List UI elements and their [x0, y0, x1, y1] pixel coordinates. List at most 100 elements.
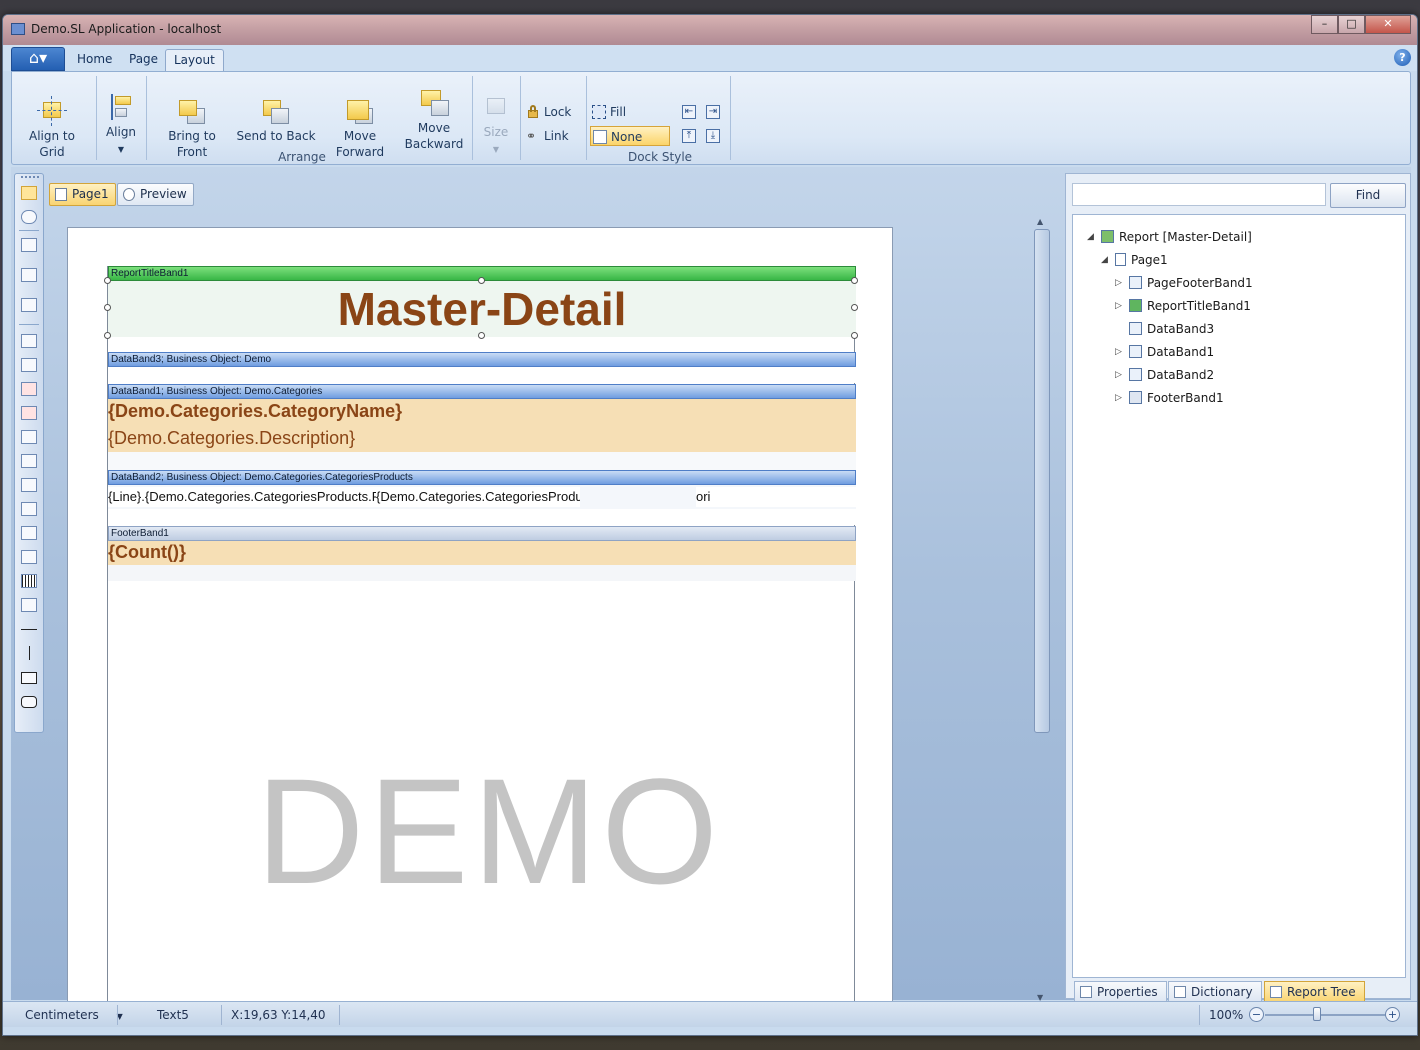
- toolbox-grip[interactable]: [21, 176, 39, 179]
- resize-handle[interactable]: [478, 332, 485, 339]
- cross-band-tool-icon[interactable]: [21, 268, 37, 282]
- panel-tool-icon[interactable]: [21, 430, 37, 444]
- tree-expander-icon[interactable]: ◢: [1087, 227, 1097, 247]
- rounded-rectangle-tool-icon[interactable]: [21, 696, 37, 708]
- dock-none-button[interactable]: None: [590, 126, 670, 146]
- find-button[interactable]: Find: [1330, 183, 1406, 208]
- table-tool-icon[interactable]: [21, 502, 37, 516]
- image-text-tool-icon[interactable]: [21, 406, 37, 420]
- maximize-button[interactable]: □: [1338, 15, 1365, 34]
- resize-handle[interactable]: [104, 277, 111, 284]
- tab-properties[interactable]: Properties: [1074, 981, 1167, 1003]
- units-selector[interactable]: Centimeters ▼: [25, 1006, 123, 1024]
- report-title-text[interactable]: Master-Detail: [108, 281, 856, 337]
- text-in-cells-tool-icon[interactable]: [21, 358, 37, 372]
- report-page[interactable]: ReportTitleBand1 Master-Detail DataBand3…: [67, 227, 893, 1026]
- tree-expander-icon[interactable]: ▷: [1115, 273, 1125, 293]
- dock-bottom-icon[interactable]: ⤓: [706, 129, 720, 143]
- align-to-grid-button[interactable]: Align to Grid: [16, 96, 88, 160]
- resize-handle[interactable]: [104, 304, 111, 311]
- hand-tool-icon[interactable]: [21, 210, 37, 224]
- databand1-spacer: [108, 452, 856, 470]
- tab-page1[interactable]: Page1: [49, 183, 116, 206]
- link-button[interactable]: ⚭ Link: [524, 126, 569, 146]
- tab-preview[interactable]: Preview: [117, 183, 194, 206]
- vertical-scrollbar[interactable]: ▲ ▼: [1033, 217, 1051, 1002]
- clone-tool-icon[interactable]: [21, 454, 37, 468]
- tree-node-label: Report [Master-Detail]: [1119, 230, 1252, 244]
- tab-page[interactable]: Page: [121, 49, 166, 71]
- band-tool-icon[interactable]: [21, 238, 37, 252]
- help-icon[interactable]: ?: [1394, 49, 1411, 66]
- zoom-slider[interactable]: [1265, 1014, 1385, 1016]
- components-tool-icon[interactable]: [21, 298, 37, 312]
- dock-right-icon[interactable]: ⇥: [706, 105, 720, 119]
- tree-expander-icon[interactable]: ◢: [1101, 250, 1111, 270]
- zoom-in-icon[interactable]: +: [1385, 1007, 1400, 1022]
- barcode-tool-icon[interactable]: [21, 574, 37, 588]
- category-name-field[interactable]: {Demo.Categories.CategoryName}: [108, 401, 402, 422]
- footer-band-header[interactable]: FooterBand1: [108, 526, 856, 541]
- tab-dictionary[interactable]: Dictionary: [1168, 981, 1262, 1003]
- move-backward-button[interactable]: Move Backward: [402, 88, 466, 152]
- resize-handle[interactable]: [851, 332, 858, 339]
- scrollbar-thumb[interactable]: [1034, 229, 1050, 733]
- close-button[interactable]: ✕: [1365, 15, 1411, 34]
- product-empty-field[interactable]: [580, 487, 696, 507]
- subreport-tool-icon[interactable]: [21, 478, 37, 492]
- tree-expander-icon[interactable]: ▷: [1115, 296, 1125, 316]
- rich-text-tool-icon[interactable]: [21, 382, 37, 396]
- footer-band[interactable]: {Count()}: [108, 541, 856, 565]
- tab-home[interactable]: Home: [69, 49, 120, 71]
- lock-button[interactable]: Lock: [524, 102, 571, 122]
- align-button[interactable]: Align ▼: [102, 92, 140, 158]
- dock-none-label: None: [611, 130, 643, 144]
- product-line-field[interactable]: {Line}.{Demo.Categories.CategoriesProduc…: [108, 487, 376, 507]
- vertical-line-tool-icon[interactable]: [29, 646, 30, 660]
- resize-handle[interactable]: [851, 277, 858, 284]
- tree-expander-icon[interactable]: ▷: [1115, 388, 1125, 408]
- image-tool-icon[interactable]: [21, 550, 37, 564]
- count-field[interactable]: {Count()}: [108, 542, 186, 563]
- report-title-band[interactable]: Master-Detail: [104, 277, 858, 339]
- databand1[interactable]: {Demo.Categories.CategoryName} {Demo.Cat…: [108, 399, 856, 452]
- databand1-header[interactable]: DataBand1; Business Object: Demo.Categor…: [108, 384, 856, 399]
- rectangle-tool-icon[interactable]: [21, 672, 37, 684]
- separator: [146, 76, 147, 160]
- tree-expander-icon[interactable]: ▷: [1115, 342, 1125, 362]
- select-tool-icon[interactable]: [21, 186, 37, 200]
- zoom-slider-thumb[interactable]: [1313, 1007, 1321, 1021]
- size-button[interactable]: Size ▼: [476, 92, 516, 158]
- databand3-header[interactable]: DataBand3; Business Object: Demo: [108, 352, 856, 367]
- report-tree: ◢ Report [Master-Detail] ◢ Page1 ▷ PageF…: [1072, 214, 1406, 978]
- dock-fill-button[interactable]: Fill: [590, 102, 670, 122]
- product-quantity-field[interactable]: {Demo.Categories.CategoriesProducts.Quan…: [376, 487, 580, 507]
- tree-expander-icon[interactable]: ▷: [1115, 365, 1125, 385]
- product-extra-field[interactable]: ori: [696, 487, 856, 507]
- scroll-up-icon[interactable]: ▲: [1037, 217, 1043, 226]
- resize-handle[interactable]: [104, 332, 111, 339]
- tab-preview-label: Preview: [140, 187, 187, 201]
- dock-left-icon[interactable]: ⇤: [682, 105, 696, 119]
- databand2-header[interactable]: DataBand2; Business Object: Demo.Categor…: [108, 470, 856, 485]
- horizontal-line-tool-icon[interactable]: [21, 629, 37, 630]
- databand2[interactable]: {Line}.{Demo.Categories.CategoriesProduc…: [108, 485, 856, 509]
- dock-top-icon[interactable]: ⤒: [682, 129, 696, 143]
- send-to-back-button[interactable]: Send to Back: [236, 96, 316, 144]
- databand3[interactable]: [108, 367, 856, 383]
- resize-handle[interactable]: [851, 304, 858, 311]
- tab-layout[interactable]: Layout: [165, 49, 224, 71]
- find-input[interactable]: [1072, 183, 1326, 206]
- application-window: Demo.SL Application - localhost – □ ✕ ⌂▾…: [2, 14, 1418, 1036]
- title-bar[interactable]: Demo.SL Application - localhost – □ ✕: [3, 15, 1417, 45]
- zoom-out-icon[interactable]: −: [1249, 1007, 1264, 1022]
- minimize-button[interactable]: –: [1311, 15, 1338, 34]
- footer-band-icon: [1129, 391, 1142, 404]
- shape-tool-icon[interactable]: [21, 598, 37, 612]
- app-menu-button[interactable]: ⌂▾: [11, 47, 65, 71]
- category-description-field[interactable]: {Demo.Categories.Description}: [108, 428, 355, 449]
- tab-report-tree[interactable]: Report Tree: [1264, 981, 1365, 1003]
- richtext-tool-icon[interactable]: [21, 526, 37, 540]
- text-tool-icon[interactable]: [21, 334, 37, 348]
- resize-handle[interactable]: [478, 277, 485, 284]
